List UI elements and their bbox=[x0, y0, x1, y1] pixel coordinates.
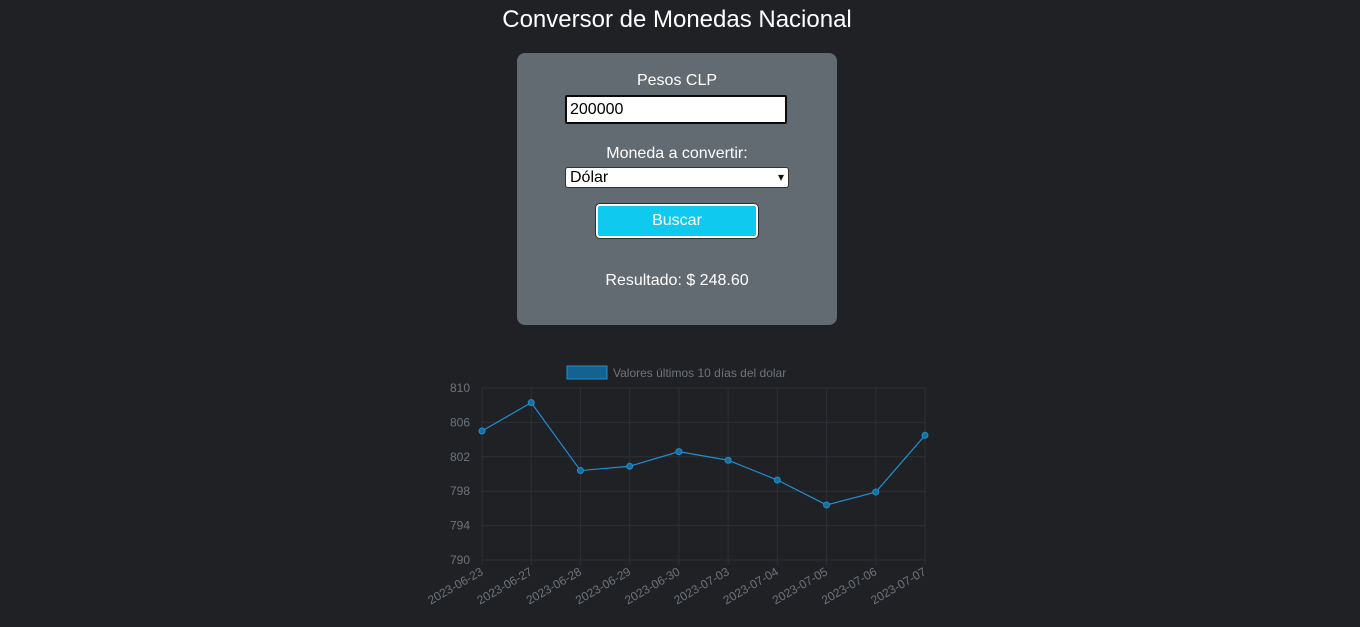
data-point bbox=[823, 501, 831, 509]
y-tick-label: 790 bbox=[450, 553, 470, 567]
y-tick-label: 794 bbox=[450, 519, 470, 533]
chart-y-ticks: 810 806 802 798 794 790 bbox=[450, 381, 470, 567]
data-point bbox=[675, 448, 683, 456]
data-point bbox=[478, 427, 486, 435]
chart-grid bbox=[481, 387, 926, 565]
data-point bbox=[872, 488, 880, 496]
data-point bbox=[527, 399, 535, 407]
y-tick-label: 802 bbox=[450, 450, 470, 464]
data-point bbox=[576, 467, 584, 475]
legend-label: Valores últimos 10 días del dolar bbox=[613, 366, 786, 380]
x-tick-label: 2023-07-07 bbox=[868, 564, 928, 607]
series-line bbox=[481, 401, 926, 506]
exchange-chart: Valores últimos 10 días del dolar 810 806… bbox=[425, 365, 929, 607]
chart-series bbox=[478, 399, 929, 509]
data-point bbox=[724, 456, 732, 464]
data-point bbox=[626, 462, 634, 470]
chart-legend: Valores últimos 10 días del dolar bbox=[566, 365, 786, 380]
y-tick-label: 810 bbox=[450, 381, 470, 395]
y-tick-label: 798 bbox=[450, 484, 470, 498]
page: Conversor de Monedas Nacional Pesos CLP … bbox=[0, 0, 1360, 627]
chart-x-ticks: 2023-06-232023-06-272023-06-282023-06-29… bbox=[425, 564, 928, 607]
data-point bbox=[773, 476, 781, 484]
legend-swatch bbox=[566, 365, 608, 380]
data-point bbox=[921, 431, 929, 439]
y-tick-label: 806 bbox=[450, 415, 470, 429]
